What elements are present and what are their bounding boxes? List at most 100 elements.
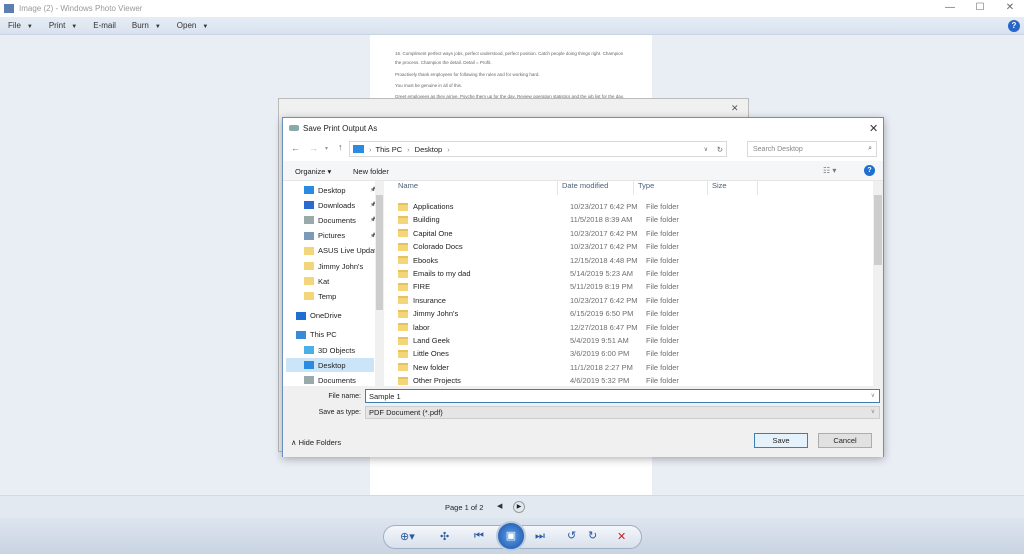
file-row[interactable]: Insurance 10/23/2017 6:42 PM File folder — [398, 294, 679, 307]
file-row[interactable]: Other Projects 4/6/2019 5:32 PM File folde… — [398, 374, 679, 386]
menu-burn[interactable]: Burn ▼ — [132, 21, 161, 30]
close-button[interactable]: ✕ — [869, 122, 878, 135]
menu-file[interactable]: File ▼ — [8, 21, 33, 30]
address-dropdown-icon[interactable]: ∨ — [704, 146, 708, 153]
save-dialog: Save Print Output As ✕ ← → ▾ ↑ › This PC… — [282, 117, 884, 457]
file-row[interactable]: Emails to my dad 5/14/2019 5:23 AM File fo… — [398, 267, 679, 280]
file-list: Applications 10/23/2017 6:42 PM File folde… — [392, 200, 872, 386]
column-type[interactable]: Type — [634, 181, 708, 195]
organize-button[interactable]: Organize ▾ — [295, 167, 331, 176]
close-icon[interactable]: ✕ — [731, 103, 739, 114]
document-line: 16. Compliment perfect ways jobs, perfec… — [395, 51, 624, 56]
nav-item-jimmy-john-s[interactable]: Jimmy John's — [304, 259, 363, 273]
file-name-label: File name: — [328, 393, 361, 400]
nav-item-downloads[interactable]: Downloads 📌 — [304, 198, 376, 212]
nav-scrollbar[interactable] — [375, 181, 384, 386]
file-row[interactable]: Colorado Docs 10/23/2017 6:42 PM File fold… — [398, 240, 679, 253]
dropdown-arrow-icon: ▼ — [26, 24, 33, 30]
document-line: the process. Champion the detail. Detail… — [395, 60, 492, 65]
rotate-ccw-icon[interactable]: ↺ — [567, 529, 576, 542]
hide-folders-button[interactable]: ∧ Hide Folders — [291, 438, 341, 447]
file-row[interactable]: Ebooks 12/15/2018 4:48 PM File folder — [398, 254, 679, 267]
slideshow-button[interactable]: ▣ — [496, 521, 526, 551]
maximize-button[interactable]: ☐ — [970, 2, 990, 13]
nav-item-desktop[interactable]: Desktop 📌 — [304, 183, 376, 197]
file-row[interactable]: Little Ones 3/6/2019 6:00 PM File folder — [398, 347, 679, 360]
cloud-icon — [296, 311, 306, 320]
nav-item-onedrive[interactable]: OneDrive — [296, 309, 342, 323]
new-folder-button[interactable]: New folder — [353, 167, 389, 176]
save-type-select[interactable]: PDF Document (*.pdf) ∨ — [365, 406, 880, 419]
file-row[interactable]: labor 12/27/2018 6:47 PM File folder — [398, 321, 679, 334]
column-headers: Name Date modified Type Size — [392, 181, 762, 195]
pictures-icon — [304, 231, 314, 240]
nav-item-desktop[interactable]: Desktop — [286, 358, 374, 373]
nav-item-temp[interactable]: Temp — [304, 289, 336, 303]
delete-icon[interactable]: ✕ — [617, 530, 626, 543]
save-button[interactable]: Save — [754, 433, 808, 448]
breadcrumb-this-pc[interactable]: This PC — [376, 145, 403, 154]
nav-item-documents[interactable]: Documents — [304, 373, 356, 386]
file-row[interactable]: Applications 10/23/2017 6:42 PM File folde… — [398, 200, 679, 213]
desktop-icon — [304, 361, 314, 370]
help-icon[interactable]: ? — [1008, 20, 1020, 32]
folder-icon — [398, 363, 408, 372]
file-row[interactable]: Capital One 10/23/2017 6:42 PM File folder — [398, 227, 679, 240]
documents-icon — [304, 216, 314, 225]
desktop-icon — [304, 186, 314, 194]
file-row[interactable]: Building 11/5/2018 8:39 AM File folder — [398, 213, 679, 226]
file-scrollbar[interactable] — [873, 181, 883, 386]
nav-item-asus-live-update[interactable]: ASUS Live Update — [304, 244, 381, 258]
page-indicator: Page 1 of 2 — [445, 503, 484, 512]
view-options-icon[interactable]: ☷ ▾ — [823, 166, 836, 175]
next-page-button[interactable]: ▶ — [513, 501, 525, 513]
printer-icon — [289, 125, 299, 131]
forward-icon[interactable]: → — [309, 143, 318, 153]
file-row[interactable]: Land Geek 5/4/2019 9:51 AM File folder — [398, 334, 679, 347]
prev-page-button[interactable]: ◀ — [497, 502, 502, 510]
recent-chevron-icon[interactable]: ▾ — [325, 145, 328, 152]
back-icon[interactable]: ← — [291, 143, 300, 153]
folder-icon — [398, 282, 408, 291]
help-icon[interactable]: ? — [864, 165, 875, 176]
nav-item-pictures[interactable]: Pictures 📌 — [304, 229, 376, 243]
close-button[interactable]: ✕ — [1000, 2, 1020, 13]
file-row[interactable]: Jimmy John's 6/15/2019 6:50 PM File folder — [398, 307, 679, 320]
zoom-icon[interactable]: ⊕▾ — [400, 530, 415, 543]
breadcrumb-desktop[interactable]: Desktop — [415, 145, 443, 154]
dropdown-arrow-icon: ▼ — [71, 24, 78, 30]
column-date[interactable]: Date modified — [558, 181, 634, 195]
file-row[interactable]: New folder 11/1/2018 2:27 PM File folder — [398, 361, 679, 374]
nav-item-this-pc[interactable]: This PC — [296, 328, 337, 342]
nav-item-documents[interactable]: Documents 📌 — [304, 213, 376, 227]
menu-print[interactable]: Print ▼ — [49, 21, 77, 30]
rotate-cw-icon[interactable]: ↻ — [588, 529, 597, 542]
next-icon[interactable]: ⏭ — [535, 530, 545, 543]
address-bar[interactable]: › This PC › Desktop › ∨ ↻ — [349, 141, 727, 157]
nav-item-3d-objects[interactable]: 3D Objects — [304, 343, 355, 357]
column-name[interactable]: Name — [392, 181, 558, 195]
previous-icon[interactable]: ⏮ — [474, 530, 484, 543]
document-line: Proactively thank employees for followin… — [395, 72, 540, 77]
search-input[interactable]: Search Desktop ⌕ — [747, 141, 877, 157]
nav-item-kat[interactable]: Kat — [304, 274, 329, 288]
folder-icon — [398, 256, 408, 265]
file-row[interactable]: FIRE 5/11/2019 8:19 PM File folder — [398, 280, 679, 293]
file-name-input[interactable]: Sample 1 ∨ — [365, 389, 880, 403]
folder-icon — [398, 229, 408, 238]
app-icon — [4, 4, 14, 13]
menu-open[interactable]: Open ▼ — [177, 21, 209, 30]
column-size[interactable]: Size — [708, 181, 758, 195]
download-icon — [304, 201, 314, 210]
refresh-icon[interactable]: ↻ — [717, 145, 723, 154]
folder-icon — [398, 202, 408, 211]
folder-icon — [304, 277, 314, 286]
folder-icon — [398, 376, 408, 385]
minimize-button[interactable]: — — [940, 2, 960, 13]
menu-e-mail[interactable]: E-mail — [93, 21, 116, 30]
cancel-button[interactable]: Cancel — [818, 433, 872, 448]
navigation-pane: Desktop 📌 Downloads 📌 Documents 📌 Pictures 📌 ASU… — [286, 181, 386, 386]
actual-size-icon[interactable]: ✣ — [440, 530, 449, 543]
folder-icon — [398, 269, 408, 278]
up-icon[interactable]: ↑ — [338, 142, 343, 152]
